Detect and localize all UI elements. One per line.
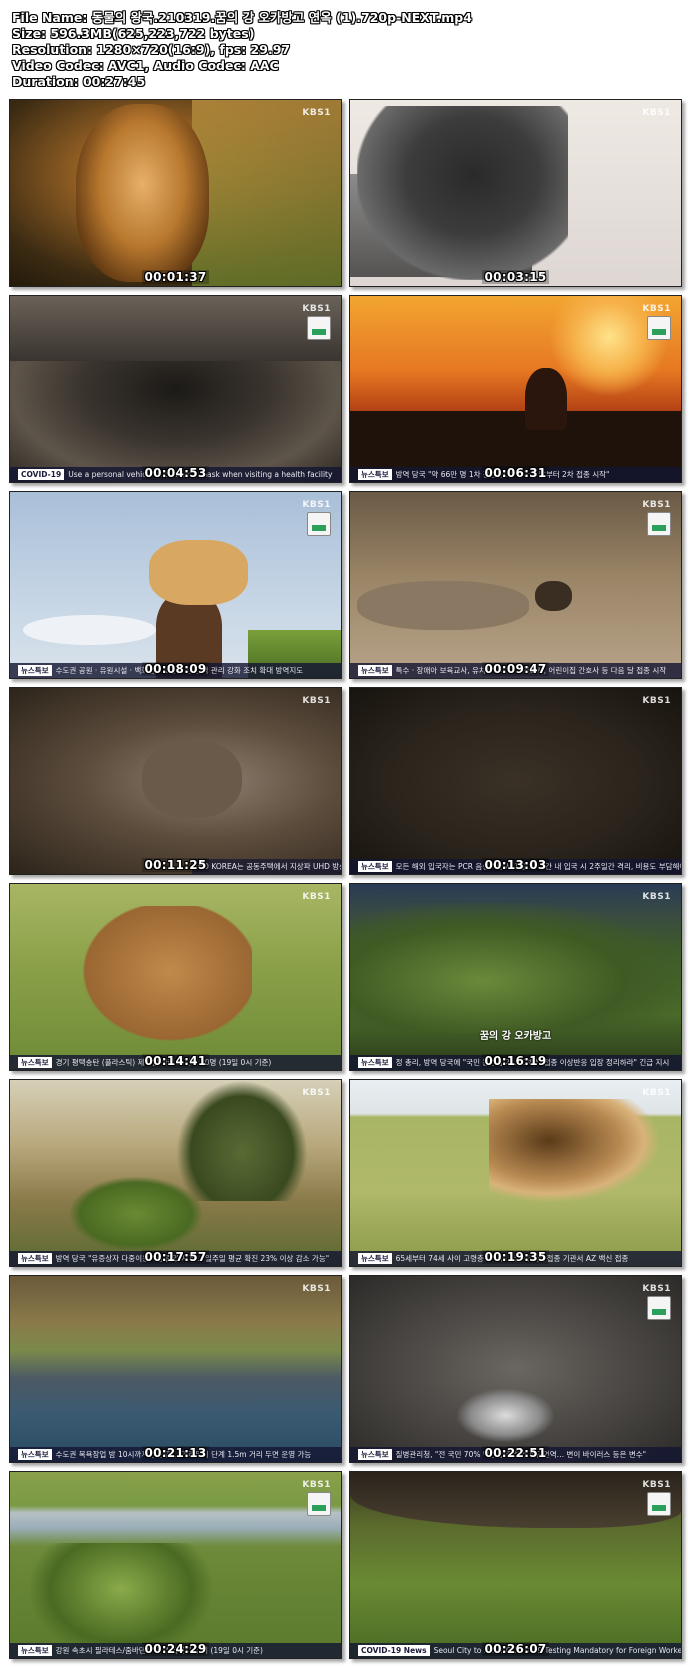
scene-image (350, 492, 681, 678)
channel-logo: KBS1 (302, 892, 331, 902)
timestamp: 00:08:09 (142, 662, 209, 676)
channel-logo: KBS1 (642, 696, 671, 706)
channel-logo: KBS1 (302, 1088, 331, 1098)
channel-logo: KBS1 (302, 696, 331, 706)
thumbnail-16[interactable]: KBS1 COVID-19 News Seoul City to Make COV… (349, 1471, 682, 1659)
codec-line: Video Codec: AVC1, Audio Codec: AAC (12, 58, 279, 73)
broadcast-badge-icon (307, 316, 331, 340)
scene-image (350, 1080, 681, 1266)
channel-logo: KBS1 (302, 1284, 331, 1294)
channel-logo: KBS1 (642, 304, 671, 314)
thumbnail-7[interactable]: KBS1 UHD KOREA는 공동주택에서 지상파 UHD 방송 00:11:… (9, 687, 342, 875)
timestamp: 00:26:07 (482, 1642, 549, 1656)
thumbnail-10[interactable]: KBS1 꿈의 강 오카방고 뉴스특보 정 총리, 방역 당국에 "국민 불안 없… (349, 883, 682, 1071)
scene-image (10, 884, 341, 1070)
file-info-header: File Name: 동물의 왕국.210319.꿈의 강 오카방고 연옥 (1… (12, 10, 682, 90)
timestamp: 00:03:15 (482, 270, 549, 284)
broadcast-badge-icon (647, 316, 671, 340)
channel-logo: KBS1 (642, 1088, 671, 1098)
channel-logo: KBS1 (642, 892, 671, 902)
scene-image (350, 100, 681, 286)
scene-image (10, 492, 341, 678)
broadcast-badge-icon (307, 1492, 331, 1516)
scene-image (10, 1080, 341, 1266)
broadcast-badge-icon (647, 1296, 671, 1320)
timestamp: 00:13:03 (482, 858, 549, 872)
timestamp: 00:04:53 (142, 466, 209, 480)
channel-logo: KBS1 (642, 1284, 671, 1294)
scene-image (10, 100, 341, 286)
channel-logo: KBS1 (302, 304, 331, 314)
channel-logo: KBS1 (302, 1480, 331, 1490)
broadcast-badge-icon (647, 1492, 671, 1516)
timestamp: 00:22:51 (482, 1446, 549, 1460)
duration-line: Duration: 00:27:45 (12, 74, 146, 89)
program-title-caption: 꿈의 강 오카방고 (479, 1031, 552, 1042)
thumbnail-11[interactable]: KBS1 뉴스특보 방역 당국 "유증상자 다중이용시설 출입 자제… 일주일 평… (9, 1079, 342, 1267)
file-name-line: File Name: 동물의 왕국.210319.꿈의 강 오카방고 연옥 (1… (12, 10, 472, 25)
broadcast-badge-icon (647, 512, 671, 536)
timestamp: 00:11:25 (142, 858, 209, 872)
file-size-line: Size: 596.3MB(625,223,722 bytes) (12, 26, 255, 41)
thumbnail-9[interactable]: KBS1 뉴스특보 경기 평택송탄 (플라스틱) 제조업 관련 확진자 20명 (… (9, 883, 342, 1071)
timestamp: 00:16:19 (482, 1054, 549, 1068)
resolution-line: Resolution: 1280×720(16:9), fps: 29.97 (12, 42, 291, 57)
timestamp: 00:01:37 (142, 270, 209, 284)
scene-image (10, 688, 341, 874)
timestamp: 00:09:47 (482, 662, 549, 676)
scene-image (10, 296, 341, 482)
timestamp: 00:24:29 (142, 1642, 209, 1656)
scene-image (350, 1472, 681, 1658)
timestamp: 00:19:35 (482, 1250, 549, 1264)
timestamp: 00:06:31 (482, 466, 549, 480)
thumbnail-2[interactable]: KBS1 00:03:15 (349, 99, 682, 287)
thumbnail-4[interactable]: KBS1 뉴스특보 방역 당국 "약 66만 명 1차 접종 완료… 다음 달부터… (349, 295, 682, 483)
thumbnail-15[interactable]: KBS1 뉴스특보 강원 속초시 필라테스/줌바댄스 관련 확진자 누적 (19일… (9, 1471, 342, 1659)
scene-image (350, 296, 681, 482)
channel-logo: KBS1 (302, 500, 331, 510)
channel-logo: KBS1 (642, 1480, 671, 1490)
thumbnail-5[interactable]: KBS1 뉴스특보 수도권 공원 · 유원시설 · 백화점 · 쇼핑몰 등 방역 … (9, 491, 342, 679)
thumbnail-13[interactable]: KBS1 뉴스특보 수도권 목욕장업 밤 10시까지만 운영… 거리두기 단계 1… (9, 1275, 342, 1463)
thumbnail-1[interactable]: KBS1 00:01:37 (9, 99, 342, 287)
scene-image (350, 1276, 681, 1462)
broadcast-badge-icon (307, 512, 331, 536)
thumbnail-14[interactable]: KBS1 뉴스특보 질병관리청, "전 국민 70% 백신 접종하면 집단면역… … (349, 1275, 682, 1463)
channel-logo: KBS1 (642, 500, 671, 510)
thumbnail-3[interactable]: KBS1 COVID-19 Use a personal vehicle and … (9, 295, 342, 483)
timestamp: 00:14:41 (142, 1054, 209, 1068)
thumbnail-8[interactable]: KBS1 뉴스특보 모든 해외 입국자는 PCR 음성 확인서 제출… 기간 내 … (349, 687, 682, 875)
channel-logo: KBS1 (302, 108, 331, 118)
thumbnail-12[interactable]: KBS1 뉴스특보 65세부터 74세 사이 고령층은 오는 6월 중 예방접종 … (349, 1079, 682, 1267)
scene-image (10, 1276, 341, 1462)
scene-image (10, 1472, 341, 1658)
channel-logo: KBS1 (642, 108, 671, 118)
timestamp: 00:21:13 (142, 1446, 209, 1460)
thumbnail-6[interactable]: KBS1 뉴스특보 특수 · 장애아 보육교사, 유치원 · 학교 보건교사, 어… (349, 491, 682, 679)
scene-image (350, 688, 681, 874)
scene-image (350, 884, 681, 1070)
timestamp: 00:17:57 (142, 1250, 209, 1264)
